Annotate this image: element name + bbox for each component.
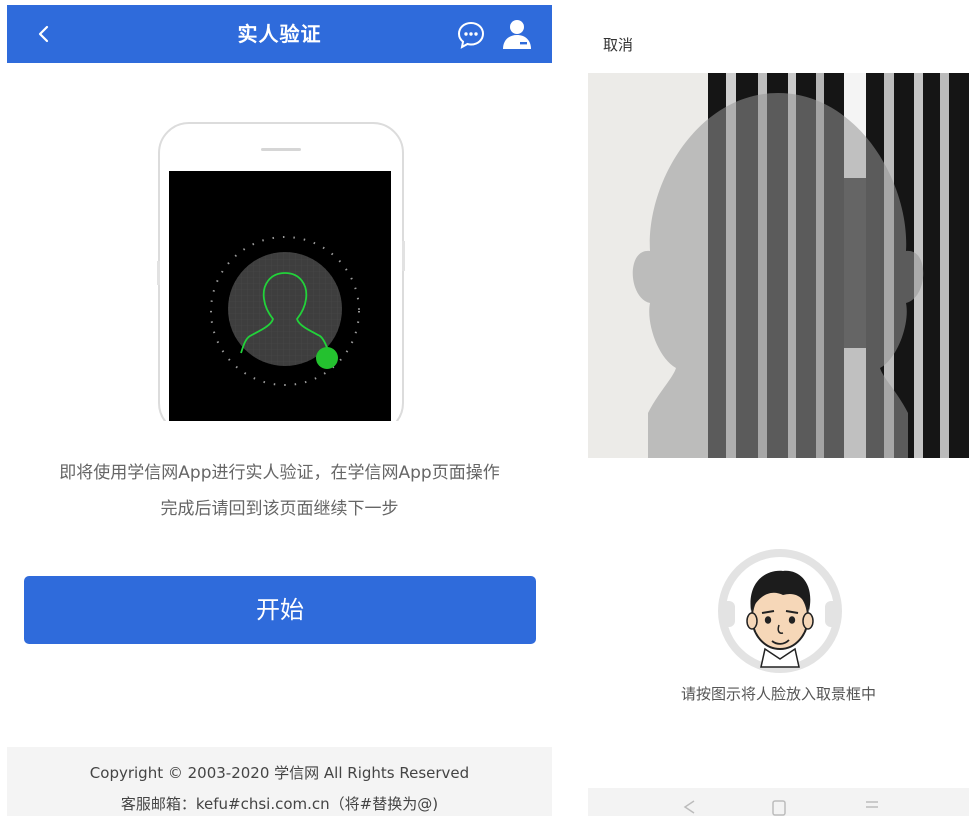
copyright-text: Copyright © 2003-2020 学信网 All Rights Res…	[89, 764, 470, 782]
instruction-line-1: 即将使用学信网App进行实人验证，在学信网App页面操作	[59, 463, 500, 483]
cancel-button[interactable]: 取消	[603, 34, 633, 55]
instruction-text: 即将使用学信网App进行实人验证，在学信网App页面操作 完成后请回到该页面继续…	[7, 455, 552, 527]
home-square-icon[interactable]	[769, 798, 789, 816]
face-avatar-icon	[718, 549, 842, 673]
left-screen: 实人验证 即将使用学信网App进行实人验证，在学信网App页面操作 完成后请回到…	[0, 0, 560, 816]
start-button[interactable]: 开始	[24, 576, 536, 644]
face-hint-text: 请按图示将人脸放入取景框中	[680, 685, 876, 703]
footer: Copyright © 2003-2020 学信网 All Rights Res…	[7, 747, 552, 816]
system-nav-bar	[588, 788, 969, 816]
header-bar: 实人验证	[7, 5, 552, 63]
phone-face-scan-illustration	[157, 122, 405, 421]
back-triangle-icon[interactable]	[680, 798, 700, 816]
menu-lines-icon[interactable]	[862, 798, 882, 816]
user-icon[interactable]	[500, 17, 534, 51]
chat-bubble-icon[interactable]	[456, 20, 486, 50]
support-email-text: 客服邮箱：kefu#chsi.com.cn（将#替换为@)	[120, 795, 439, 813]
camera-preview	[588, 73, 969, 458]
instruction-line-2: 完成后请回到该页面继续下一步	[160, 499, 399, 519]
